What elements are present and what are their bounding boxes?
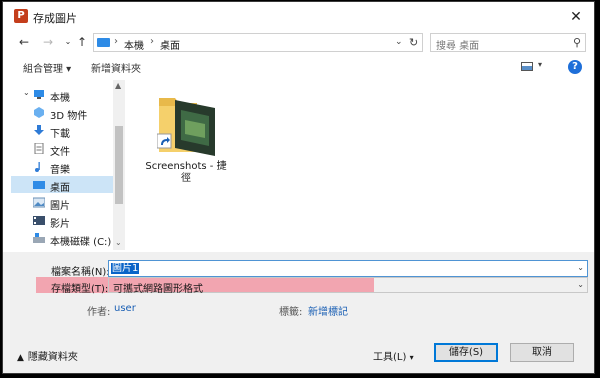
- save-button[interactable]: 儲存(S): [434, 343, 498, 362]
- close-button[interactable]: ✕: [566, 7, 586, 27]
- nav-label: 桌面: [50, 183, 70, 194]
- dialog-title: 存成圖片: [33, 12, 77, 25]
- new-folder-button[interactable]: 新增資料夾: [91, 60, 141, 75]
- save-dialog: P 存成圖片 ✕ ← → ⌄ ↑ › 本機 › 桌面 ⌄ ↻ 搜尋 桌面 ⚲ 組…: [2, 1, 595, 374]
- help-icon[interactable]: ?: [568, 60, 582, 74]
- download-icon: [34, 125, 44, 135]
- nav-scrollbar[interactable]: ▲ ⌄: [113, 80, 125, 250]
- filename-field[interactable]: 圖片1 ⌄: [108, 260, 588, 277]
- view-options-icon[interactable]: [521, 62, 533, 71]
- nav-item-local-disk[interactable]: 本機磁碟 (C:): [11, 230, 113, 248]
- nav-item-3d-objects[interactable]: 3D 物件: [11, 104, 113, 122]
- pictures-icon: [33, 197, 45, 208]
- filetype-value: 可攜式網路圖形格式: [113, 284, 203, 295]
- nav-label: 文件: [50, 147, 70, 158]
- up-icon[interactable]: ↑: [75, 34, 89, 50]
- organize-menu[interactable]: 組合管理 ▾: [23, 60, 71, 75]
- search-box[interactable]: 搜尋 桌面 ⚲: [430, 33, 586, 52]
- refresh-icon[interactable]: ↻: [409, 36, 418, 49]
- desktop-icon: [33, 181, 45, 189]
- filetype-select[interactable]: 可攜式網路圖形格式 ⌄: [108, 277, 588, 295]
- file-name: Screenshots - 捷徑: [145, 161, 227, 184]
- view-dropdown-icon[interactable]: ▾: [538, 60, 542, 69]
- hide-folders-label: 隱藏資料夾: [27, 352, 78, 363]
- chevron-up-icon: ▲: [17, 353, 24, 363]
- scroll-up-icon[interactable]: ▲: [115, 81, 121, 90]
- nav-item-documents[interactable]: 文件: [11, 140, 113, 158]
- nav-item-this-pc[interactable]: ⌄ 本機: [11, 86, 113, 104]
- tags-label: 標籤:: [279, 307, 303, 318]
- tools-menu[interactable]: 工具(L) ▾: [373, 348, 414, 363]
- nav-item-music[interactable]: 音樂: [11, 158, 113, 176]
- filename-value[interactable]: 圖片1: [111, 263, 140, 274]
- search-placeholder: 搜尋 桌面: [436, 41, 480, 52]
- address-dropdown-icon[interactable]: ⌄: [395, 37, 403, 47]
- address-bar[interactable]: › 本機 › 桌面 ⌄ ↻: [93, 33, 423, 52]
- address-row: ← → ⌄ ↑ › 本機 › 桌面 ⌄ ↻ 搜尋 桌面 ⚲: [3, 31, 594, 55]
- breadcrumb-this-pc[interactable]: 本機: [124, 37, 144, 52]
- search-icon[interactable]: ⚲: [573, 36, 581, 49]
- file-list: Screenshots - 捷徑: [127, 80, 594, 250]
- nav-label: 3D 物件: [50, 111, 88, 122]
- scroll-down-icon[interactable]: ⌄: [115, 238, 122, 247]
- drive-icon: [33, 233, 45, 243]
- filetype-dropdown-icon[interactable]: ⌄: [577, 280, 584, 289]
- scroll-thumb[interactable]: [115, 126, 123, 204]
- computer-icon: [34, 90, 44, 99]
- cancel-button[interactable]: 取消: [510, 343, 574, 362]
- title-bar: P 存成圖片 ✕: [3, 2, 594, 30]
- nav-label: 音樂: [50, 165, 70, 176]
- nav-label: 本機磁碟 (C:): [50, 237, 112, 248]
- nav-item-pictures[interactable]: 圖片: [11, 194, 113, 212]
- document-icon: [34, 143, 44, 154]
- nav-item-videos[interactable]: 影片: [11, 212, 113, 230]
- tools-label: 工具(L): [373, 352, 407, 363]
- command-bar: 組合管理 ▾ 新增資料夾 ▾ ?: [3, 55, 594, 79]
- music-icon: [35, 162, 40, 172]
- breadcrumb-desktop[interactable]: 桌面: [160, 37, 180, 52]
- cube-icon: [34, 107, 44, 118]
- author-label: 作者:: [87, 307, 111, 318]
- tags-value[interactable]: 新增標記: [308, 303, 348, 318]
- powerpoint-icon: P: [14, 9, 28, 23]
- breadcrumb-separator: ›: [150, 36, 154, 47]
- nav-label: 影片: [50, 219, 70, 230]
- nav-label: 圖片: [50, 201, 70, 212]
- navigation-pane: ⌄ 本機 3D 物件 下載 文件 音樂 桌面 圖片 影片 本機磁碟 (C:) ▲…: [3, 80, 127, 250]
- recent-chevron-down-icon[interactable]: ⌄: [61, 34, 75, 50]
- nav-item-desktop[interactable]: 桌面: [11, 176, 113, 194]
- filename-label: 檔案名稱(N):: [51, 267, 110, 278]
- forward-icon[interactable]: →: [41, 34, 55, 50]
- nav-item-downloads[interactable]: 下載: [11, 122, 113, 140]
- nav-label: 本機: [50, 93, 70, 104]
- hide-folders-button[interactable]: ▲ 隱藏資料夾: [17, 348, 78, 363]
- back-icon[interactable]: ←: [17, 34, 31, 50]
- folder-icon: [97, 38, 110, 47]
- breadcrumb-separator: ›: [114, 36, 118, 47]
- video-icon: [33, 216, 45, 225]
- chevron-down-icon: ▾: [409, 353, 414, 362]
- author-value[interactable]: user: [114, 303, 136, 314]
- folder-shortcut-icon: [157, 98, 215, 156]
- filename-dropdown-icon[interactable]: ⌄: [577, 263, 584, 272]
- filetype-label: 存檔類型(T):: [51, 284, 109, 295]
- save-form-panel: 檔案名稱(N): 圖片1 ⌄ 存檔類型(T): 可攜式網路圖形格式 ⌄ 作者: …: [3, 252, 594, 373]
- nav-label: 下載: [50, 129, 70, 140]
- collapse-icon[interactable]: ⌄: [23, 88, 30, 97]
